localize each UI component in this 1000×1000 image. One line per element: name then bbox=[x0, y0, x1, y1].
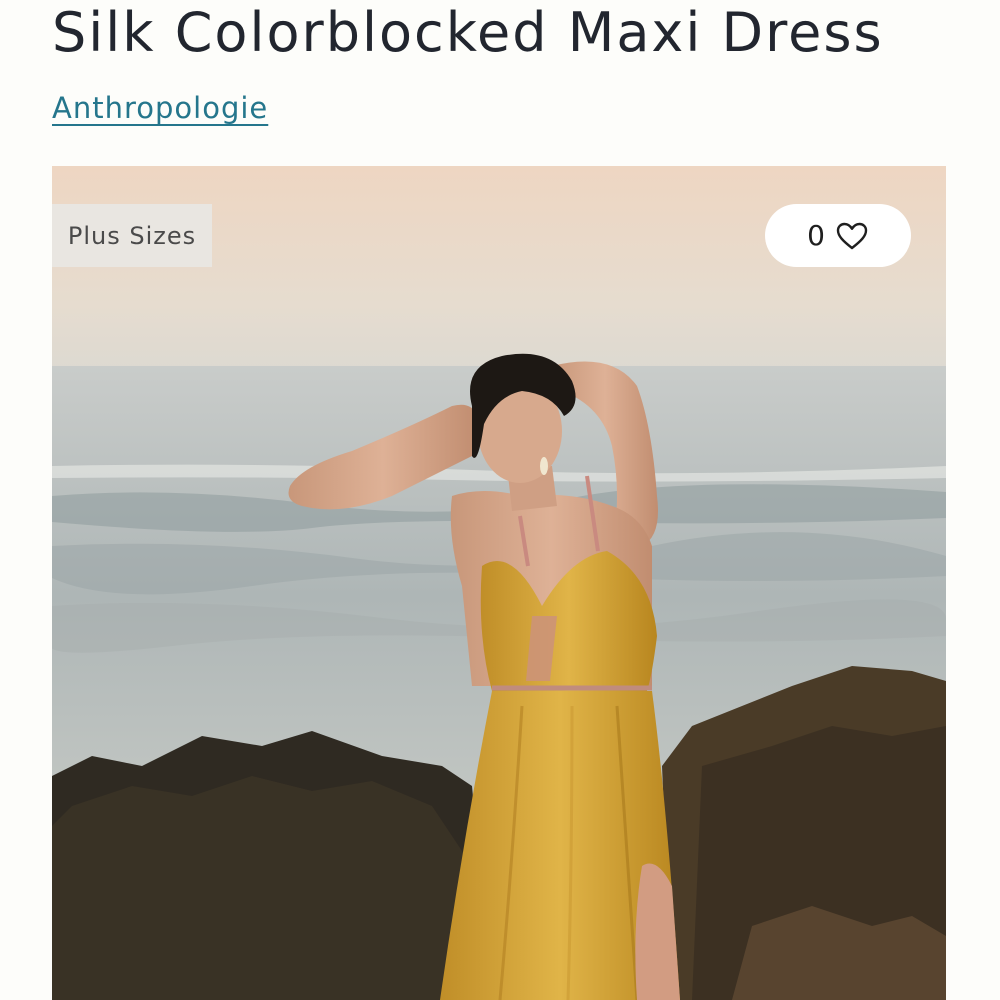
brand-link[interactable]: Anthropologie bbox=[52, 88, 268, 128]
heart-icon bbox=[836, 222, 868, 249]
like-button[interactable]: 0 bbox=[765, 204, 911, 267]
product-image[interactable] bbox=[52, 166, 946, 1000]
product-page: Silk Colorblocked Maxi Dress Anthropolog… bbox=[0, 0, 1000, 1000]
like-count: 0 bbox=[807, 219, 825, 252]
product-title: Silk Colorblocked Maxi Dress bbox=[52, 1, 884, 64]
plus-sizes-badge: Plus Sizes bbox=[52, 204, 212, 267]
product-photo bbox=[52, 166, 946, 1000]
